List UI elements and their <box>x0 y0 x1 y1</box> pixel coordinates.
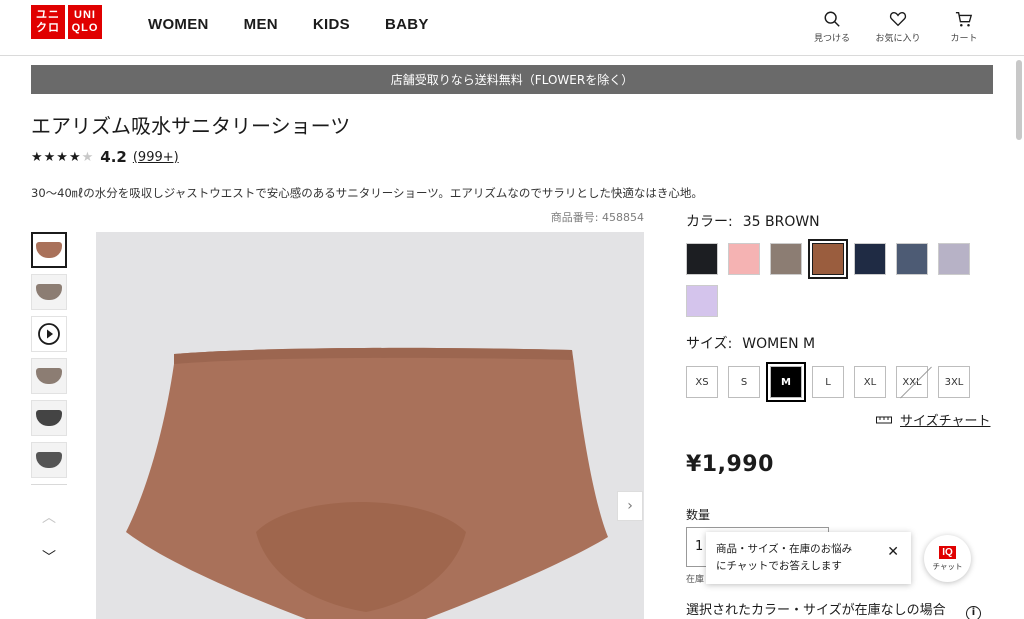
color-swatch[interactable] <box>896 243 928 275</box>
logo-text: ユニ <box>36 9 60 21</box>
iq-logo-icon: IQ <box>939 545 956 559</box>
product-rating: ★★★★★ 4.2 (999+) <box>31 148 179 166</box>
thumbnail-list: ︿ ﹀ <box>31 232 69 587</box>
color-swatch[interactable] <box>728 243 760 275</box>
thumbnail-divider <box>31 484 67 485</box>
header-icons: 見つける お気に入り カート <box>806 10 990 44</box>
logo-block-jp: ユニ クロ <box>31 5 65 39</box>
color-swatch-selected[interactable] <box>808 239 848 279</box>
thumbnail-image <box>36 452 62 468</box>
play-icon <box>38 323 60 345</box>
cart-button[interactable]: カート <box>938 10 990 44</box>
thumbnail-item[interactable] <box>31 442 67 478</box>
size-option[interactable]: XS <box>686 366 718 398</box>
size-label: サイズ: <box>686 336 733 352</box>
nav-kids[interactable]: KIDS <box>313 16 350 33</box>
ruler-icon <box>876 416 892 423</box>
size-heading: サイズ: WOMEN M <box>686 333 815 353</box>
logo-text: クロ <box>36 22 60 34</box>
chat-button[interactable]: IQ チャット <box>924 535 971 582</box>
page-scrollbar[interactable] <box>1016 60 1022 140</box>
logo-block-en: UNI QLO <box>68 5 102 39</box>
thumbnail-item[interactable] <box>31 400 67 436</box>
star-rating-icon: ★★★★★ <box>31 149 95 165</box>
heart-icon <box>889 12 907 27</box>
out-of-stock-note: 選択されたカラー・サイズが在庫なしの場合 <box>686 603 946 618</box>
chat-button-label: チャット <box>932 561 963 571</box>
size-option[interactable]: S <box>728 366 760 398</box>
product-shorts-image <box>126 347 608 619</box>
rating-value: 4.2 <box>100 148 127 166</box>
product-title: エアリズム吸水サニタリーショーツ <box>31 114 351 138</box>
info-icon[interactable]: i <box>966 606 981 619</box>
main-nav: WOMEN MEN KIDS BABY <box>148 16 464 33</box>
product-description: 30〜40㎖の水分を吸収しジャストウエストで安心感のあるサニタリーショーツ。エア… <box>31 186 703 200</box>
color-swatch[interactable] <box>770 243 802 275</box>
favorites-label: お気に入り <box>875 34 921 44</box>
product-number: 商品番号: 458854 <box>550 211 644 224</box>
size-option[interactable]: 3XL <box>938 366 970 398</box>
close-icon[interactable]: ✕ <box>887 544 899 561</box>
color-label: カラー: <box>686 214 733 230</box>
nav-baby[interactable]: BABY <box>385 16 429 33</box>
search-button[interactable]: 見つける <box>806 10 858 44</box>
product-price: ¥1,990 <box>686 452 774 477</box>
size-value: WOMEN M <box>742 336 816 352</box>
size-option[interactable]: XL <box>854 366 886 398</box>
size-option-unavailable[interactable]: XXL <box>896 366 928 398</box>
logo-text: QLO <box>71 22 99 34</box>
color-swatches <box>686 239 986 317</box>
thumbnail-item[interactable] <box>31 358 67 394</box>
chevron-right-icon[interactable]: › <box>617 491 643 521</box>
cart-icon <box>955 12 973 27</box>
nav-men[interactable]: MEN <box>244 16 278 33</box>
review-count-link[interactable]: (999+) <box>133 150 179 165</box>
product-main-image[interactable] <box>96 232 644 619</box>
color-swatch[interactable] <box>686 243 718 275</box>
size-option-selected[interactable]: M <box>766 362 806 402</box>
chat-popup-line2: にチャットでお答えします <box>716 560 842 572</box>
thumbnail-image <box>36 368 62 384</box>
size-chart-label: サイズチャート <box>900 414 991 429</box>
chat-popup[interactable]: 商品・サイズ・在庫のお悩み にチャットでお答えします ✕ <box>706 532 911 584</box>
search-label: 見つける <box>813 34 850 44</box>
color-swatch[interactable] <box>686 285 718 317</box>
uniqlo-logo[interactable]: ユニ クロ UNI QLO <box>31 5 102 39</box>
thumbnail-image <box>36 242 62 258</box>
size-option[interactable]: L <box>812 366 844 398</box>
logo-text: UNI <box>74 9 96 21</box>
search-icon <box>824 11 840 27</box>
thumbnail-item[interactable] <box>31 232 67 268</box>
shipping-banner[interactable]: 店舗受取りなら送料無料（FLOWERを除く） <box>31 65 993 94</box>
chevron-up-icon[interactable]: ︿ <box>31 507 67 527</box>
thumbnail-video[interactable] <box>31 316 67 352</box>
nav-women[interactable]: WOMEN <box>148 16 209 33</box>
cart-label: カート <box>950 34 978 44</box>
thumbnail-image <box>36 284 62 300</box>
thumbnail-image <box>36 410 62 426</box>
size-options: XS S M L XL XXL 3XL <box>686 362 970 402</box>
color-heading: カラー: 35 BROWN <box>686 211 820 231</box>
color-swatch[interactable] <box>854 243 886 275</box>
color-value: 35 BROWN <box>742 214 820 230</box>
chat-popup-line1: 商品・サイズ・在庫のお悩み <box>716 543 853 555</box>
favorites-button[interactable]: お気に入り <box>872 10 924 44</box>
thumbnail-item[interactable] <box>31 274 67 310</box>
color-swatch[interactable] <box>938 243 970 275</box>
site-header: ユニ クロ UNI QLO WOMEN MEN KIDS BABY 見つける お… <box>0 0 1024 56</box>
stock-label: 在庫 <box>686 575 705 585</box>
size-chart-link[interactable]: サイズチャート <box>876 410 990 429</box>
chevron-down-icon[interactable]: ﹀ <box>31 547 67 567</box>
quantity-label: 数量 <box>686 508 711 522</box>
quantity-value: 1 <box>695 539 704 554</box>
